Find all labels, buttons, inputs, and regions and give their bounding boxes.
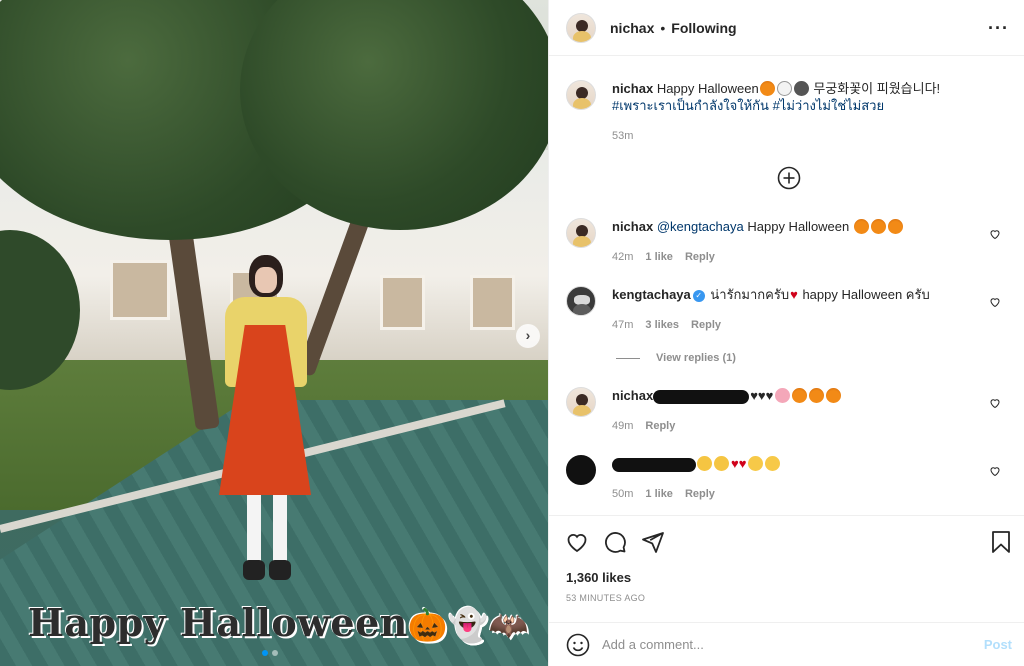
comment-icon[interactable] <box>603 530 627 554</box>
like-heart-icon[interactable] <box>989 296 1001 308</box>
like-heart-icon[interactable] <box>989 228 1001 240</box>
comment-reply-button[interactable]: Reply <box>691 317 721 334</box>
pig-icon <box>775 388 791 403</box>
laughing-icon <box>765 456 781 471</box>
carousel-dot-2 <box>272 650 278 656</box>
post-timestamp[interactable]: 53 MINUTES AGO <box>566 593 645 603</box>
avatar[interactable] <box>566 387 596 417</box>
comment-reply-button[interactable]: Reply <box>645 418 675 435</box>
pumpkin-icon <box>759 81 775 96</box>
verified-badge-icon: ✓ <box>692 289 705 302</box>
ghost-icon <box>776 81 792 96</box>
comment-item: ♥♥ 50m 1 like Reply <box>566 455 1011 503</box>
comment-input[interactable] <box>602 637 962 652</box>
comment-time[interactable]: 42m <box>612 249 633 266</box>
caption-text: Happy Halloween <box>656 81 759 96</box>
avatar[interactable] <box>566 12 596 43</box>
comment-mention[interactable]: @kengtachaya <box>657 219 744 234</box>
image-overlay-text: Happy Halloween🎃👻🦇 <box>28 600 529 645</box>
comment-username[interactable]: nichax <box>612 388 653 403</box>
next-slide-button[interactable]: › <box>516 324 540 348</box>
comment-thai-text: น่ารักมากครับ <box>710 287 790 302</box>
comment-username[interactable]: kengtachaya <box>612 287 691 302</box>
view-replies-label: View replies (1) <box>656 352 736 364</box>
like-icon[interactable] <box>565 530 589 554</box>
likes-count[interactable]: 1,360 likes <box>566 570 631 585</box>
comment-item: kengtachaya ✓ น่ารักมากครับ♥ happy Hallow… <box>566 286 1011 334</box>
avatar[interactable] <box>566 455 596 485</box>
comment-reply-button[interactable]: Reply <box>685 249 715 266</box>
pumpkin-icon <box>870 219 886 234</box>
plus-circle-icon[interactable] <box>777 166 801 190</box>
add-comment-bar: Post <box>549 622 1024 666</box>
divider-line <box>616 357 640 359</box>
caption-korean-text: 무궁화꽃이 피웠습니다! <box>813 81 941 96</box>
emoji-smile-icon[interactable] <box>566 633 590 657</box>
caption-hashtag-1[interactable]: #เพราะเราเป็นกำลังใจให้กัน <box>612 98 769 113</box>
avatar[interactable] <box>566 80 596 110</box>
heart-icon: ♥♥♥ <box>750 388 774 403</box>
comment-time[interactable]: 50m <box>612 486 633 503</box>
pumpkin-icon <box>853 219 869 234</box>
caption-hashtag-2[interactable]: #ไม่ว่างไม่ใช่ไม่สวย <box>773 98 885 113</box>
comment-likes[interactable]: 1 like <box>645 249 673 266</box>
laughing-icon <box>748 456 764 471</box>
caption: nichax Happy Halloween 무궁화꽃이 피웠습니다! #เพร… <box>566 80 1011 145</box>
post-header: nichax • Following ··· <box>549 0 1024 56</box>
header-separator: • <box>660 19 666 36</box>
action-bar <box>549 515 1024 567</box>
pumpkin-icon <box>826 388 842 403</box>
pumpkin-icon <box>887 219 903 234</box>
redacted-username <box>612 457 696 472</box>
red-heart-icon: ♥♥ <box>731 456 747 471</box>
comment-time[interactable]: 47m <box>612 317 633 334</box>
pumpkin-icon <box>809 388 825 403</box>
like-heart-icon[interactable] <box>989 397 1001 409</box>
comment-text: happy Halloween ครับ <box>802 287 930 302</box>
caption-username[interactable]: nichax <box>612 81 653 96</box>
carousel-dots <box>262 650 278 656</box>
comment-likes[interactable]: 3 likes <box>645 317 679 334</box>
person-icon <box>714 456 729 471</box>
carousel-dot-1 <box>262 650 268 656</box>
following-button[interactable]: Following <box>671 20 736 36</box>
comment-reply-button[interactable]: Reply <box>685 486 715 503</box>
caption-time[interactable]: 53m <box>612 128 633 145</box>
bat-icon: 🦇 <box>488 606 529 644</box>
comment-item: nichax ♥♥♥ 49m Reply <box>566 387 1011 435</box>
post-button[interactable]: Post <box>984 637 1012 652</box>
red-heart-icon: ♥ <box>790 287 798 302</box>
pumpkin-icon: 🎃 <box>407 606 449 644</box>
pumpkin-icon <box>792 388 808 403</box>
comment-time[interactable]: 49m <box>612 418 633 435</box>
comment-likes[interactable]: 1 like <box>645 486 673 503</box>
share-icon[interactable] <box>641 530 665 554</box>
pray-icon <box>697 456 712 471</box>
person-costume <box>215 255 315 585</box>
avatar[interactable] <box>566 218 596 248</box>
comment-text: Happy Halloween <box>747 219 850 234</box>
cat-icon <box>793 81 809 96</box>
ghost-icon: 👻 <box>448 606 489 644</box>
more-horizontal-icon[interactable]: ··· <box>988 18 1009 39</box>
header-username[interactable]: nichax <box>610 20 654 36</box>
bookmark-icon[interactable] <box>990 530 1012 554</box>
redacted-mention <box>653 389 750 404</box>
comment-username[interactable]: nichax <box>612 219 653 234</box>
post-photo[interactable]: Happy Halloween🎃👻🦇 › <box>0 0 548 666</box>
avatar[interactable] <box>566 286 596 316</box>
view-replies-button[interactable]: View replies (1) <box>616 352 736 364</box>
post-details-panel: nichax • Following ··· nichax Happy Hall… <box>548 0 1024 666</box>
like-heart-icon[interactable] <box>989 465 1001 477</box>
comment-item: nichax @kengtachaya Happy Halloween 42m … <box>566 218 1011 266</box>
